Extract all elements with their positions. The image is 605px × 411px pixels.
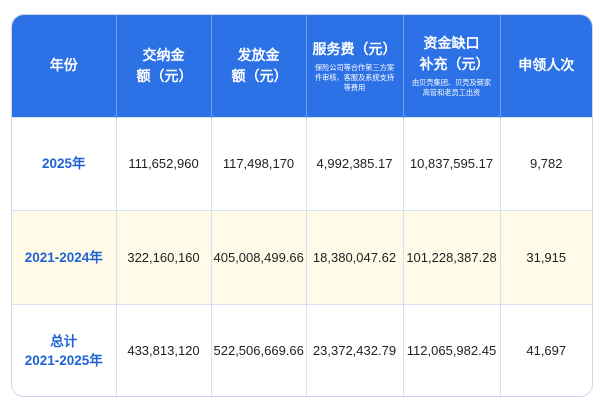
header-fund-gap-label: 资金缺口补充（元） bbox=[419, 35, 490, 73]
row-gap-fill: 112,065,982.45 bbox=[403, 304, 501, 396]
row-year-line1: 总计 bbox=[50, 333, 78, 349]
row-paid: 433,813,120 bbox=[116, 304, 212, 396]
header-service-fee-note: 保险公司等合作第三方案件审核、客服及系统支持等费用 bbox=[314, 62, 395, 92]
row-service-fee: 23,372,432.79 bbox=[306, 304, 404, 396]
header-claims: 申领人次 bbox=[500, 15, 592, 117]
header-disbursed-amount: 发放金额（元） bbox=[211, 15, 307, 117]
header-claims-label: 申领人次 bbox=[518, 57, 575, 74]
row-year: 2025年 bbox=[12, 117, 117, 210]
row-year-line1: 2025年 bbox=[41, 156, 86, 171]
header-paid-label: 交纳金额（元） bbox=[136, 46, 193, 84]
table-row: 2025年 111,652,960 117,498,170 4,992,385.… bbox=[12, 117, 592, 210]
fund-summary-card: 年份 交纳金额（元） 发放金额（元） 服务费（元） 保险公司等合作第三方案件审核… bbox=[11, 14, 593, 397]
row-disbursed: 117,498,170 bbox=[211, 117, 307, 210]
row-paid: 322,160,160 bbox=[116, 210, 212, 304]
row-year-line1: 2021-2024年 bbox=[24, 249, 103, 265]
row-claims: 41,697 bbox=[526, 343, 567, 359]
fund-summary-table: 年份 交纳金额（元） 发放金额（元） 服务费（元） 保险公司等合作第三方案件审核… bbox=[12, 15, 592, 396]
header-year-label: 年份 bbox=[49, 57, 78, 74]
header-fund-gap-note: 由贝壳集团、贝壳及链家高管和老员工出资 bbox=[411, 78, 492, 98]
row-gap-fill: 101,228,387.28 bbox=[403, 210, 501, 304]
row-disbursed: 405,008,499.66 bbox=[211, 210, 307, 304]
header-service-fee-label: 服务费（元） bbox=[312, 40, 397, 57]
row-disbursed: 522,506,669.66 bbox=[211, 304, 307, 396]
row-gap-fill: 10,837,595.17 bbox=[403, 117, 501, 210]
header-disbursed-label: 发放金额（元） bbox=[231, 46, 288, 84]
header-fund-gap: 资金缺口补充（元） 由贝壳集团、贝壳及链家高管和老员工出资 bbox=[403, 15, 501, 117]
table-row: 2021-2024年 322,160,160 405,008,499.66 18… bbox=[12, 210, 592, 304]
row-claims: 31,915 bbox=[526, 249, 567, 265]
row-year: 总计 2021-2025年 bbox=[12, 304, 117, 396]
table-header-row: 年份 交纳金额（元） 发放金额（元） 服务费（元） 保险公司等合作第三方案件审核… bbox=[12, 15, 592, 117]
header-service-fee: 服务费（元） 保险公司等合作第三方案件审核、客服及系统支持等费用 bbox=[306, 15, 404, 117]
row-year: 2021-2024年 bbox=[12, 210, 117, 304]
header-year: 年份 bbox=[12, 15, 117, 117]
header-paid-amount: 交纳金额（元） bbox=[116, 15, 212, 117]
row-service-fee: 18,380,047.62 bbox=[306, 210, 404, 304]
row-year-line2: 2021-2025年 bbox=[24, 352, 103, 368]
row-paid: 111,652,960 bbox=[116, 117, 212, 210]
table-row: 总计 2021-2025年 433,813,120 522,506,669.66… bbox=[12, 304, 592, 396]
row-service-fee: 4,992,385.17 bbox=[306, 117, 404, 210]
row-claims: 9,782 bbox=[529, 156, 563, 171]
